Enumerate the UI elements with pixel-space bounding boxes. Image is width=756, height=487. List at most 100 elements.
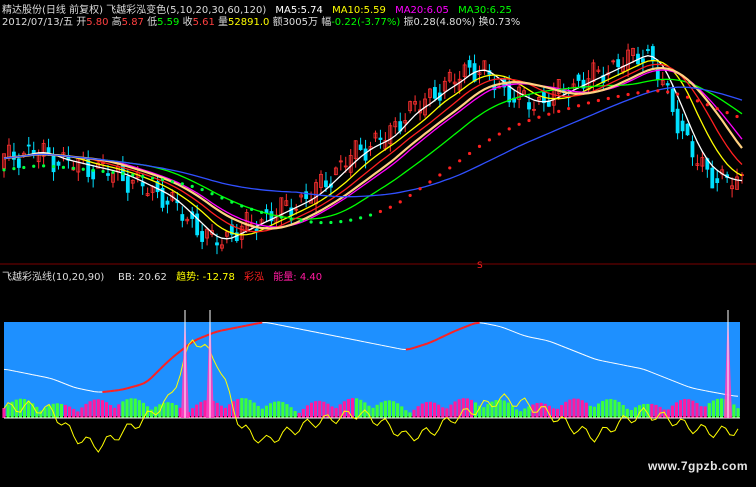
energy-bar: [678, 400, 683, 418]
bb-line-segment: [266, 322, 271, 324]
energy-bar: [154, 406, 158, 418]
bb-label: BB:: [118, 272, 136, 283]
energy-bar: [133, 398, 137, 418]
sar-dot: [636, 91, 640, 95]
candle-body: [358, 144, 363, 150]
candle-body: [467, 60, 472, 68]
energy-bar: [92, 399, 96, 418]
energy-bar: [68, 406, 72, 418]
energy-bar: [104, 402, 109, 418]
sar-dot: [101, 169, 105, 173]
bb-line-segment: [130, 385, 136, 389]
energy-bar: [543, 403, 547, 418]
sar-dot: [537, 115, 541, 119]
energy-bar: [2, 408, 6, 418]
sar-dot: [220, 196, 224, 200]
bb-line-segment: [241, 324, 247, 328]
energy-bar: [166, 402, 170, 418]
energy-bar: [59, 403, 64, 418]
bb-line-segment: [417, 344, 423, 348]
energy-bar: [55, 403, 59, 418]
sar-dot: [507, 127, 511, 131]
energy-bar: [63, 404, 68, 418]
energy-bar: [539, 402, 543, 418]
bb-line-segment: [717, 392, 722, 395]
sar-dot: [527, 118, 531, 123]
sar-dot: [111, 170, 115, 175]
indicator-title: 飞越彩泓线(10,20,90): [2, 272, 105, 283]
sar-dot: [190, 184, 194, 188]
energy-bar: [277, 401, 281, 418]
energy-bar: [498, 399, 502, 418]
energy-bar: [482, 407, 486, 418]
bb-line-segment: [471, 322, 476, 326]
sar-dot: [517, 122, 521, 126]
energy-bar: [642, 403, 646, 418]
energy-bar: [617, 401, 621, 418]
energy-bar: [732, 404, 736, 418]
energy-bar: [588, 405, 592, 418]
sar-dot: [725, 111, 729, 115]
energy-bar: [408, 412, 412, 418]
energy-bar: [494, 399, 498, 418]
candle-body: [215, 242, 219, 246]
energy-bar: [309, 402, 314, 418]
energy-bar: [691, 400, 695, 418]
sar-dot: [695, 99, 700, 103]
sar-dot: [408, 193, 412, 198]
energy-bar: [375, 404, 379, 418]
trend-value: -12.78: [202, 272, 235, 283]
sar-dot: [32, 164, 36, 168]
energy-bar: [711, 400, 715, 418]
energy-bar: [129, 398, 133, 418]
energy-bar: [387, 400, 392, 418]
sar-dot: [309, 220, 313, 224]
energy-bar: [330, 406, 334, 418]
sar-dot: [160, 178, 165, 182]
energy-bar: [355, 398, 359, 418]
sar-dot: [91, 168, 95, 172]
candle-body: [106, 173, 110, 176]
energy-bar: [449, 404, 453, 418]
energy-bar: [568, 399, 572, 418]
candle-body: [16, 158, 21, 168]
energy-bar: [453, 401, 457, 418]
energy-bar: [285, 404, 289, 418]
sar-dot: [170, 180, 175, 184]
energy-bar: [72, 408, 76, 418]
sar-dot: [596, 98, 600, 103]
energy-bar: [502, 400, 506, 418]
sar-dot: [626, 92, 630, 97]
sar-dot: [210, 192, 214, 196]
energy-bar: [244, 398, 248, 418]
energy-bar: [555, 408, 560, 418]
watermark: www.7gpzb.com: [647, 459, 748, 473]
energy-bar: [6, 404, 10, 418]
candle-body: [527, 102, 531, 110]
energy-bar: [695, 403, 699, 418]
energy-bar: [117, 404, 121, 418]
energy-bar: [576, 398, 580, 418]
sar-dot: [368, 213, 373, 217]
sar-dot: [299, 219, 303, 223]
energy-bar: [580, 400, 584, 418]
candle-body: [690, 141, 695, 158]
sar-dot: [250, 207, 254, 211]
stock-chart[interactable]: S: [0, 0, 756, 487]
energy-bar: [215, 402, 219, 418]
energy-bar: [121, 401, 125, 418]
energy-bar: [654, 404, 658, 418]
energy-bar: [551, 408, 556, 418]
energy-bar: [404, 410, 408, 418]
energy-bar: [527, 406, 531, 418]
energy-bar: [437, 404, 441, 418]
sar-dot: [180, 182, 184, 186]
sar-dot: [676, 92, 680, 96]
sar-dot: [616, 94, 620, 99]
bb-line-segment: [126, 386, 132, 390]
sar-dot: [567, 106, 571, 111]
indicator-panel: [2, 310, 740, 453]
bb-line-segment: [229, 327, 234, 330]
energy-bar: [379, 402, 383, 418]
sar-dot: [61, 165, 66, 169]
